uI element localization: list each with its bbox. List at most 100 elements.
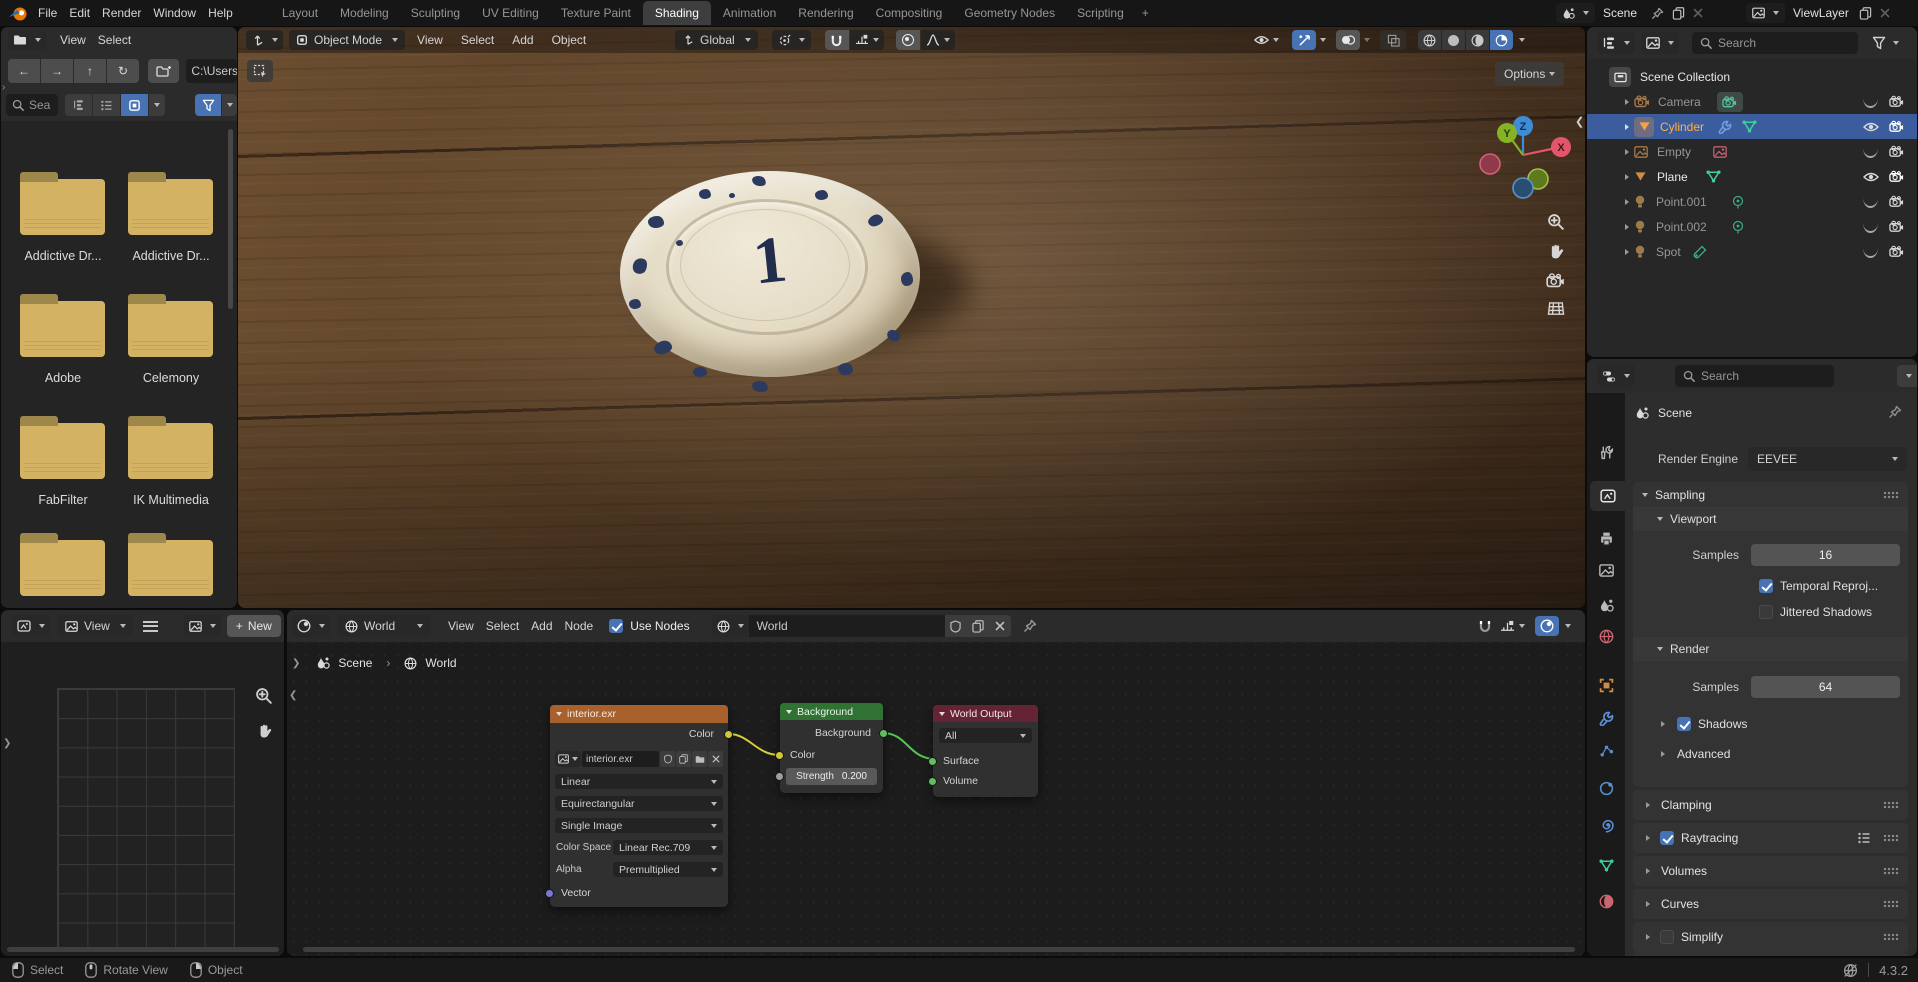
file-search-input[interactable]: Sea	[6, 94, 58, 116]
folder-item[interactable]	[20, 179, 105, 235]
object-label[interactable]: Cylinder	[1660, 120, 1704, 134]
properties-search-input[interactable]: Search	[1675, 365, 1834, 387]
outliner-search-input[interactable]: Search	[1692, 32, 1858, 54]
disable-render-icon[interactable]	[1889, 170, 1904, 183]
menu-render[interactable]: Render	[96, 6, 147, 20]
render-samples-field[interactable]: 64	[1751, 676, 1900, 698]
disable-render-icon[interactable]	[1889, 95, 1904, 108]
display-thumbnails-button[interactable]	[121, 94, 148, 116]
tab-world[interactable]	[1590, 621, 1622, 651]
folder-item[interactable]	[128, 423, 213, 479]
display-size-dropdown[interactable]	[149, 94, 165, 116]
world-name-field[interactable]: World	[749, 615, 945, 637]
disable-render-icon[interactable]	[1889, 245, 1904, 258]
breadcrumb-scene[interactable]: Scene	[1658, 406, 1692, 420]
outliner-display-mode-dropdown[interactable]	[1597, 32, 1635, 54]
alpha-dropdown[interactable]: Premultiplied	[613, 862, 723, 877]
collapsed-menus-button[interactable]	[143, 621, 158, 632]
hide-viewport-icon[interactable]	[1863, 172, 1879, 182]
node-world-output[interactable]: World Output All Surface Volume	[933, 705, 1038, 797]
node-background[interactable]: Background Background Color Strength 0.2…	[780, 703, 883, 793]
advanced-row[interactable]: Advanced	[1633, 743, 1908, 765]
raytracing-checkbox[interactable]	[1660, 831, 1674, 845]
panel-grip-icon[interactable]	[1883, 867, 1899, 875]
tab-material[interactable]	[1590, 886, 1622, 916]
filter-toggle-button[interactable]	[195, 94, 221, 116]
horizontal-scrollbar[interactable]	[303, 947, 1575, 952]
folder-label[interactable]: Celemony	[116, 371, 226, 385]
folder-label[interactable]: FabFilter	[8, 493, 118, 507]
transform-orientation-dropdown[interactable]: Global	[675, 30, 758, 50]
hide-viewport-icon[interactable]	[1863, 122, 1879, 132]
sidebar-toggle-icon[interactable]: ❮	[1575, 115, 1584, 128]
pivot-point-dropdown[interactable]	[772, 30, 811, 50]
overlays-dropdown[interactable]	[1364, 38, 1370, 42]
overlays-toggle-button[interactable]	[1535, 616, 1559, 636]
tab-layout[interactable]: Layout	[272, 1, 328, 25]
options-button[interactable]: Options	[1495, 62, 1564, 86]
region-toggle-icon[interactable]: ›	[2, 82, 5, 93]
scene-collection-row[interactable]: Scene Collection	[1587, 64, 1917, 89]
shading-solid-button[interactable]	[1442, 30, 1465, 50]
tab-compositing[interactable]: Compositing	[866, 1, 953, 25]
fake-user-button[interactable]	[660, 751, 675, 767]
pan-hand-icon[interactable]	[256, 723, 272, 739]
object-label[interactable]: Plane	[1657, 170, 1688, 184]
filter-options-dropdown[interactable]	[222, 94, 237, 116]
strength-input-socket[interactable]	[775, 772, 784, 781]
folder-label[interactable]: IK Multimedia	[116, 493, 226, 507]
node-header[interactable]: interior.exr	[550, 705, 728, 723]
breadcrumb-toggle-icon[interactable]: ❯	[292, 658, 300, 669]
viewlayer-name[interactable]: ViewLayer	[1793, 6, 1849, 20]
new-image-button[interactable]: +New	[227, 615, 281, 637]
editor-type-dropdown[interactable]	[8, 30, 46, 50]
new-viewlayer-icon[interactable]	[1859, 7, 1872, 20]
open-image-button[interactable]	[692, 751, 707, 767]
jittered-shadows-checkbox[interactable]	[1759, 605, 1773, 619]
proportional-editing-button[interactable]	[896, 30, 920, 50]
hide-viewport-icon[interactable]	[1863, 148, 1878, 158]
tab-shading[interactable]: Shading	[643, 1, 711, 25]
hide-viewport-icon[interactable]	[1863, 248, 1878, 258]
tab-view-layer[interactable]	[1590, 555, 1622, 585]
pin-id-icon[interactable]	[1888, 405, 1902, 419]
shading-material-button[interactable]	[1466, 30, 1489, 50]
snap-toggle-button[interactable]	[825, 30, 849, 50]
panel-grip-icon[interactable]	[1883, 900, 1899, 908]
toggle-xray-button[interactable]	[1380, 30, 1406, 50]
path-field[interactable]: C:\Users\...	[186, 59, 237, 83]
view-menu[interactable]: View	[411, 33, 449, 47]
background-output-socket[interactable]	[879, 729, 888, 738]
active-tool-button[interactable]	[247, 60, 273, 82]
folder-item[interactable]	[20, 301, 105, 357]
simplify-panel-header[interactable]: Simplify	[1633, 922, 1908, 952]
perspective-grid-icon[interactable]	[1547, 301, 1565, 316]
vector-input-socket[interactable]	[545, 889, 554, 898]
node-select-menu[interactable]: Select	[480, 619, 525, 633]
pin-scene-icon[interactable]	[1651, 7, 1664, 20]
color-output-socket[interactable]	[724, 730, 733, 739]
surface-input-socket[interactable]	[928, 757, 937, 766]
back-button[interactable]: ←	[8, 59, 40, 83]
folder-label[interactable]: Addictive Dr...	[8, 249, 118, 263]
disable-render-icon[interactable]	[1889, 120, 1904, 133]
unlink-world-button[interactable]	[989, 615, 1011, 637]
tab-particles[interactable]	[1590, 735, 1622, 765]
new-directory-button[interactable]	[148, 59, 179, 83]
panel-grip-icon[interactable]	[1883, 933, 1899, 941]
use-nodes-toggle[interactable]: Use Nodes	[609, 619, 689, 633]
image-name-field[interactable]: interior.exr	[582, 751, 659, 767]
interpolation-dropdown[interactable]: Linear	[555, 774, 723, 789]
object-label[interactable]: Point.002	[1656, 220, 1707, 234]
hide-viewport-icon[interactable]	[1863, 98, 1878, 108]
breadcrumb-scene[interactable]: Scene	[338, 656, 372, 670]
clamping-panel-header[interactable]: Clamping	[1633, 790, 1908, 820]
shader-editor-type-dropdown[interactable]	[292, 615, 330, 637]
tab-render[interactable]	[1590, 481, 1625, 511]
tab-constraints[interactable]	[1590, 810, 1622, 840]
shadows-row[interactable]: Shadows	[1633, 713, 1908, 735]
unlink-image-button[interactable]	[708, 751, 723, 767]
volumes-panel-header[interactable]: Volumes	[1633, 856, 1908, 886]
zoom-icon[interactable]	[1547, 213, 1564, 230]
display-horizontal-list-button[interactable]	[93, 94, 120, 116]
